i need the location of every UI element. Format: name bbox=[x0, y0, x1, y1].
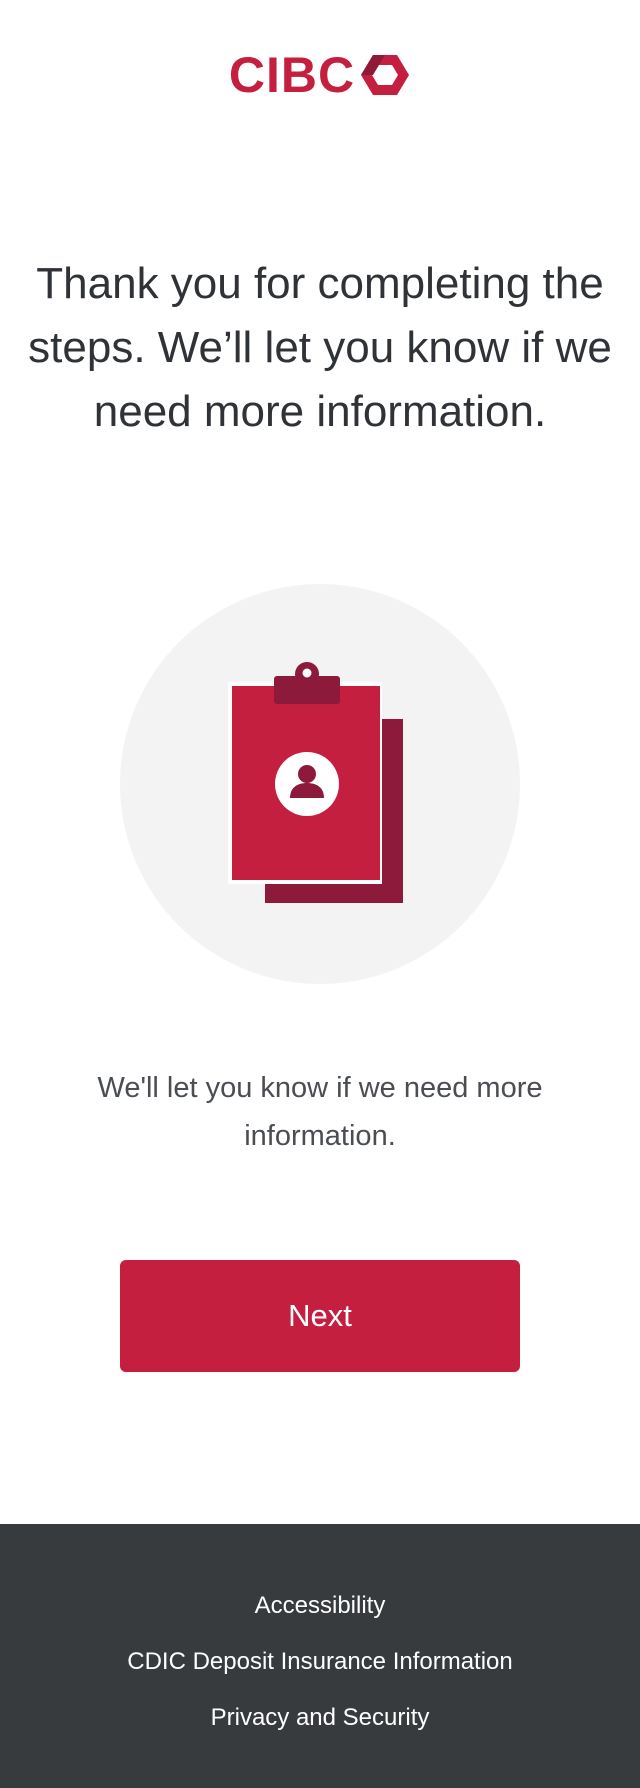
next-button[interactable]: Next bbox=[120, 1260, 520, 1372]
logo-text: CIBC bbox=[228, 47, 356, 103]
footer-link-privacy[interactable]: Privacy and Security bbox=[211, 1690, 430, 1746]
cibc-diamond-icon bbox=[361, 55, 410, 95]
header-logo: CIBC bbox=[0, 50, 640, 100]
footer-link-cdic[interactable]: CDIC Deposit Insurance Information bbox=[127, 1634, 513, 1690]
footer-link-accessibility[interactable]: Accessibility bbox=[255, 1578, 386, 1634]
page: CIBC Thank you for completing the steps.… bbox=[0, 0, 640, 1788]
clipboard-user-icon bbox=[228, 662, 403, 903]
footer: Accessibility CDIC Deposit Insurance Inf… bbox=[0, 1524, 640, 1788]
illustration bbox=[120, 584, 520, 984]
info-message: We'll let you know if we need more infor… bbox=[97, 1072, 543, 1152]
logo-lockup: CIBC bbox=[229, 50, 411, 100]
page-title: Thank you for completing the steps. We’l… bbox=[28, 259, 612, 436]
